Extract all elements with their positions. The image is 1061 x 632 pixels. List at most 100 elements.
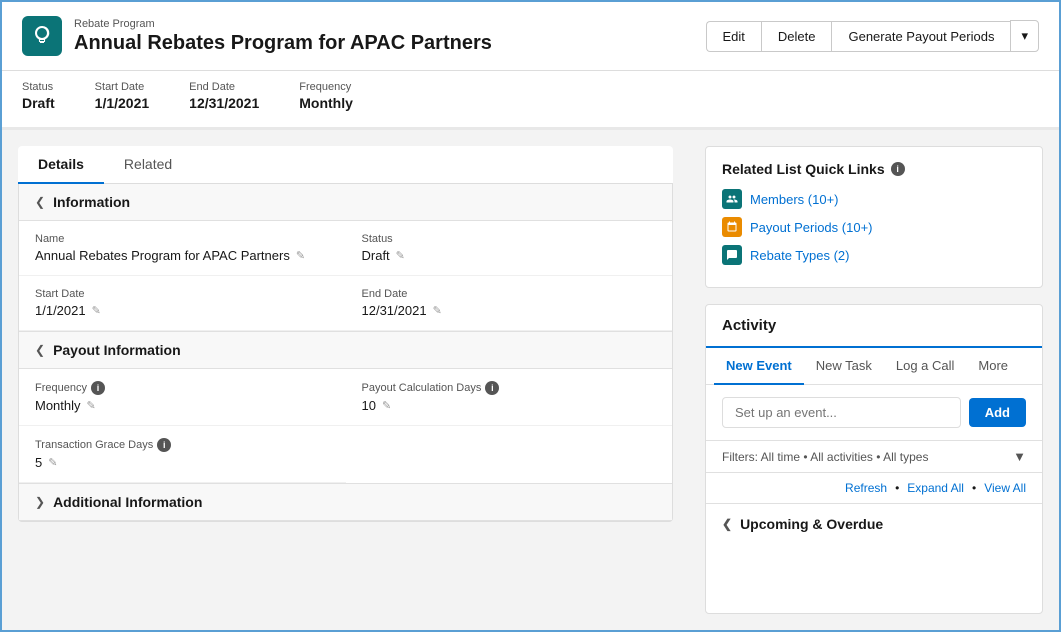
expand-all-link[interactable]: Expand All (907, 481, 964, 495)
members-icon (722, 189, 742, 209)
additional-section-title: Additional Information (53, 494, 202, 510)
field-name-label: Name (35, 233, 330, 245)
generate-payout-button[interactable]: Generate Payout Periods (831, 21, 1010, 52)
field-start-date-label: Start Date (35, 288, 330, 300)
field-end-date: End Date 12/31/2021 ✎ (346, 276, 673, 331)
field-name-edit-icon[interactable]: ✎ (296, 249, 305, 262)
field-payout-calc-label: Payout Calculation Days i (362, 381, 657, 395)
field-end-date-label: End Date (362, 288, 657, 300)
refresh-link[interactable]: Refresh (845, 481, 887, 495)
field-payout-calc-edit-icon[interactable]: ✎ (382, 399, 391, 412)
meta-status: Status Draft (22, 81, 55, 111)
types-icon (722, 245, 742, 265)
field-frequency-label: Frequency i (35, 381, 330, 395)
quick-links-card: Related List Quick Links i Members (10+)… (705, 146, 1043, 288)
field-frequency-value: Monthly ✎ (35, 398, 330, 413)
meta-start-date-label: Start Date (95, 81, 150, 93)
field-end-date-edit-icon[interactable]: ✎ (433, 304, 442, 317)
field-name: Name Annual Rebates Program for APAC Par… (19, 221, 346, 276)
frequency-info-icon: i (91, 381, 105, 395)
field-status-label: Status (362, 233, 657, 245)
field-frequency: Frequency i Monthly ✎ (19, 369, 346, 426)
activity-card: Activity New Event New Task Log a Call M… (705, 304, 1043, 614)
transaction-grace-info-icon: i (157, 438, 171, 452)
activity-tab-new-task[interactable]: New Task (804, 348, 884, 385)
activity-tab-more[interactable]: More (966, 348, 1020, 385)
field-transaction-grace-label: Transaction Grace Days i (35, 438, 330, 452)
delete-button[interactable]: Delete (761, 21, 832, 52)
detail-tabs: Details Related (18, 146, 673, 184)
types-link[interactable]: Rebate Types (2) (750, 248, 849, 263)
right-panel: Related List Quick Links i Members (10+)… (689, 130, 1059, 630)
quick-links-info-icon: i (891, 162, 905, 176)
header-subtitle: Rebate Program (74, 18, 492, 30)
activity-add-button[interactable]: Add (969, 398, 1026, 427)
information-section-title: Information (53, 194, 130, 210)
activity-event-input[interactable] (722, 397, 961, 428)
filters-row: Filters: All time • All activities • All… (706, 441, 1042, 473)
activity-tab-new-event[interactable]: New Event (714, 348, 804, 385)
link-members: Members (10+) (722, 189, 1026, 209)
field-transaction-grace-edit-icon[interactable]: ✎ (48, 456, 57, 469)
field-status: Status Draft ✎ (346, 221, 673, 276)
meta-frequency-label: Frequency (299, 81, 353, 93)
meta-frequency: Frequency Monthly (299, 81, 353, 111)
periods-link[interactable]: Payout Periods (10+) (750, 220, 872, 235)
additional-section-header[interactable]: ❯ Additional Information (19, 483, 672, 521)
members-link[interactable]: Members (10+) (750, 192, 839, 207)
app-icon (22, 16, 62, 56)
actions-dropdown-button[interactable]: ▾ (1010, 20, 1039, 52)
filter-icon[interactable]: ▼ (1013, 449, 1026, 464)
header-actions: Edit Delete Generate Payout Periods ▾ (706, 20, 1040, 52)
header-left: Rebate Program Annual Rebates Program fo… (22, 16, 492, 56)
tab-related[interactable]: Related (104, 146, 192, 184)
field-payout-calc-value: 10 ✎ (362, 398, 657, 413)
payout-section-title: Payout Information (53, 342, 181, 358)
meta-start-date-value: 1/1/2021 (95, 95, 150, 111)
activity-links: Refresh • Expand All • View All (706, 473, 1042, 504)
upcoming-chevron: ❮ (722, 517, 732, 531)
meta-status-label: Status (22, 81, 55, 93)
link-types: Rebate Types (2) (722, 245, 1026, 265)
field-frequency-edit-icon[interactable]: ✎ (87, 399, 96, 412)
information-section-header[interactable]: ❮ Information (19, 184, 672, 221)
header-titles: Rebate Program Annual Rebates Program fo… (74, 18, 492, 55)
meta-row: Status Draft Start Date 1/1/2021 End Dat… (2, 71, 1059, 130)
field-start-date-edit-icon[interactable]: ✎ (92, 304, 101, 317)
meta-start-date: Start Date 1/1/2021 (95, 81, 150, 111)
activity-tabs: New Event New Task Log a Call More (706, 348, 1042, 385)
view-all-link[interactable]: View All (984, 481, 1026, 495)
meta-frequency-value: Monthly (299, 95, 353, 111)
payout-calc-info-icon: i (485, 381, 499, 395)
quick-links-title: Related List Quick Links i (722, 161, 1026, 177)
field-status-edit-icon[interactable]: ✎ (396, 249, 405, 262)
filters-text: Filters: All time • All activities • All… (722, 450, 928, 464)
upcoming-section[interactable]: ❮ Upcoming & Overdue (706, 504, 1042, 544)
activity-title: Activity (706, 305, 1042, 348)
field-transaction-grace-value: 5 ✎ (35, 455, 330, 470)
field-start-date: Start Date 1/1/2021 ✎ (19, 276, 346, 331)
meta-end-date: End Date 12/31/2021 (189, 81, 259, 111)
meta-end-date-value: 12/31/2021 (189, 95, 259, 111)
field-start-date-value: 1/1/2021 ✎ (35, 303, 330, 318)
periods-icon (722, 217, 742, 237)
edit-button[interactable]: Edit (706, 21, 761, 52)
meta-end-date-label: End Date (189, 81, 259, 93)
activity-tab-log-call[interactable]: Log a Call (884, 348, 967, 385)
information-chevron: ❮ (35, 195, 45, 209)
meta-status-value: Draft (22, 95, 55, 111)
field-payout-calc: Payout Calculation Days i 10 ✎ (346, 369, 673, 426)
upcoming-label: Upcoming & Overdue (740, 516, 883, 532)
left-panel: Details Related ❮ Information Name Annua… (2, 130, 689, 630)
additional-chevron: ❯ (35, 495, 45, 509)
field-transaction-grace: Transaction Grace Days i 5 ✎ (19, 426, 346, 483)
field-name-value: Annual Rebates Program for APAC Partners… (35, 248, 330, 263)
tab-details[interactable]: Details (18, 146, 104, 184)
panel-card: ❮ Information Name Annual Rebates Progra… (18, 184, 673, 522)
information-fields: Name Annual Rebates Program for APAC Par… (19, 221, 672, 331)
header-title: Annual Rebates Program for APAC Partners (74, 32, 492, 55)
activity-input-row: Add (706, 385, 1042, 441)
payout-fields: Frequency i Monthly ✎ Payout Calculation… (19, 369, 672, 483)
payout-section-header[interactable]: ❮ Payout Information (19, 331, 672, 369)
payout-chevron: ❮ (35, 343, 45, 357)
